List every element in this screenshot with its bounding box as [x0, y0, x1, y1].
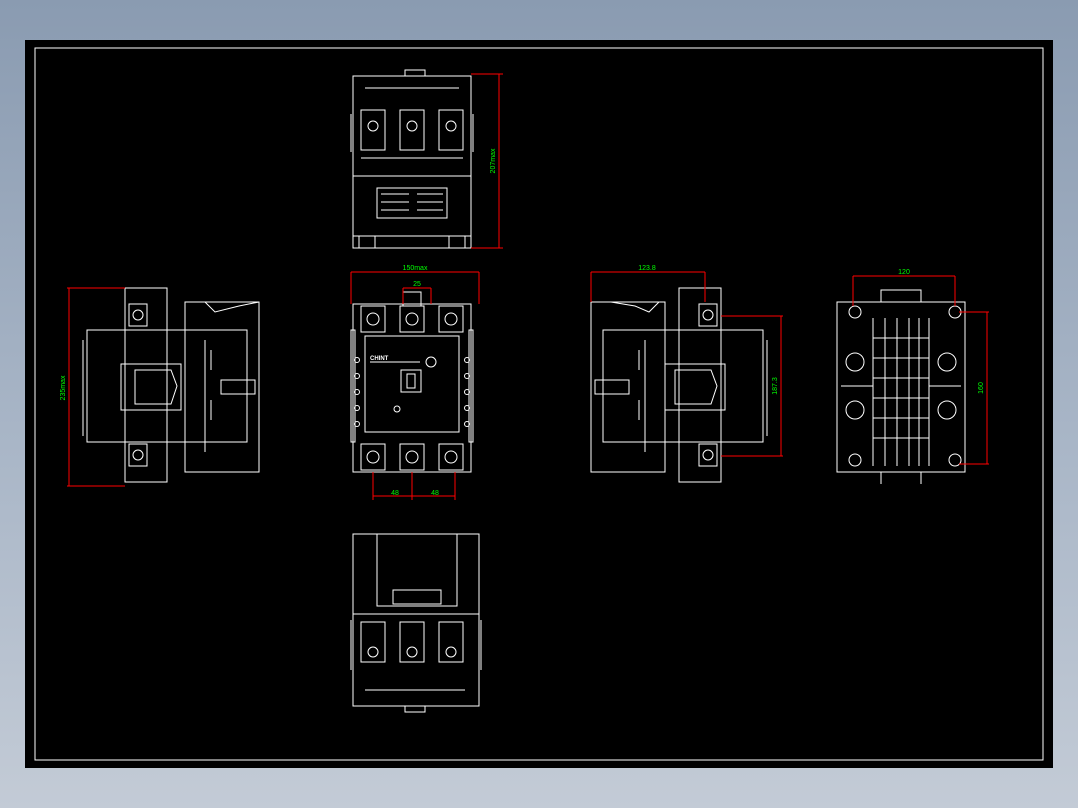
left-view-height-dimension: 235max [60, 375, 67, 400]
drawing-border [34, 47, 1044, 761]
front-bottom-pitch-left-dimension: 48 [391, 490, 399, 497]
right-view-height-dimension: 187.3 [772, 377, 779, 395]
front-view [350, 291, 474, 473]
right-view-width-dimension: 123.8 [638, 265, 656, 272]
cad-viewport[interactable]: 207max 150max 25 48 48 235max 123.8 187.… [25, 40, 1053, 768]
back-view-height-dimension: 160 [978, 382, 985, 394]
cad-drawing: 207max 150max 25 48 48 235max 123.8 187.… [34, 47, 1044, 761]
back-view-width-dimension: 120 [898, 269, 910, 276]
front-width-dimension: 150max [403, 265, 428, 272]
bottom-view [350, 533, 482, 713]
front-top-pitch-dimension: 25 [413, 281, 421, 288]
top-view [350, 69, 474, 249]
front-bottom-pitch-right-dimension: 48 [431, 490, 439, 497]
right-side-view [590, 287, 768, 483]
top-view-height-dimension: 207max [490, 148, 497, 173]
brand-label: CHINT [370, 356, 389, 362]
left-side-view [82, 287, 260, 483]
back-view [836, 289, 966, 484]
